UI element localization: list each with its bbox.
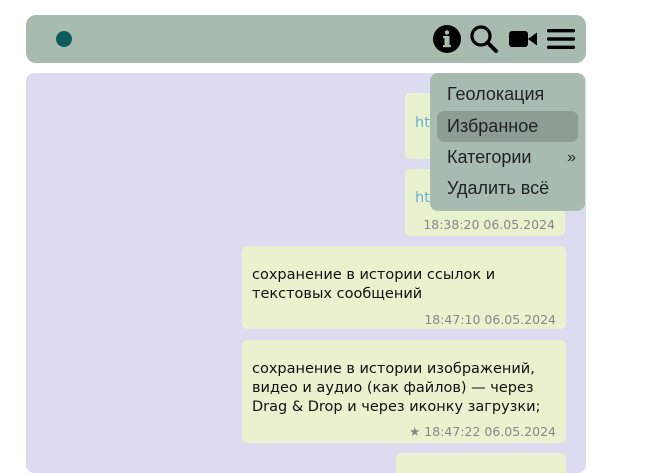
hamburger-menu-icon[interactable]	[546, 24, 576, 54]
message-timestamp: 18:47:10 06.05.2024	[424, 312, 556, 327]
message-text: сохранение в истории ссылок и текстовых …	[252, 267, 496, 302]
menu-item-delete-all[interactable]: Удалить всё	[437, 173, 578, 204]
message-link[interactable]: ht	[415, 114, 430, 133]
submenu-arrow-icon: »	[567, 149, 576, 166]
dropdown-menu: Геолокация Избранное Категории » Удалить…	[430, 73, 585, 211]
menu-item-label: Избранное	[447, 116, 539, 136]
video-camera-icon[interactable]	[508, 24, 538, 54]
menu-item-categories[interactable]: Категории »	[437, 142, 578, 173]
message-bubble[interactable]	[396, 453, 566, 473]
message-timestamp: 18:38:20 06.05.2024	[423, 217, 555, 232]
menu-item-label: Категории	[447, 147, 532, 167]
message-text: сохранение в истории изображений, видео …	[252, 361, 541, 415]
message-bubble[interactable]: сохранение в истории изображений, видео …	[242, 340, 566, 443]
message-bubble[interactable]: сохранение в истории ссылок и текстовых …	[242, 246, 566, 329]
message-timestamp: ★ 18:47:22 06.05.2024	[409, 424, 556, 439]
menu-item-label: Геолокация	[447, 84, 545, 104]
menu-item-geolocation[interactable]: Геолокация	[437, 79, 578, 110]
info-icon[interactable]	[432, 24, 462, 54]
search-icon[interactable]	[469, 24, 499, 54]
app-header	[26, 15, 586, 63]
message-link[interactable]: ht	[415, 189, 430, 208]
status-indicator	[56, 31, 72, 47]
menu-item-favorites[interactable]: Избранное	[437, 111, 578, 142]
menu-item-label: Удалить всё	[447, 178, 550, 198]
